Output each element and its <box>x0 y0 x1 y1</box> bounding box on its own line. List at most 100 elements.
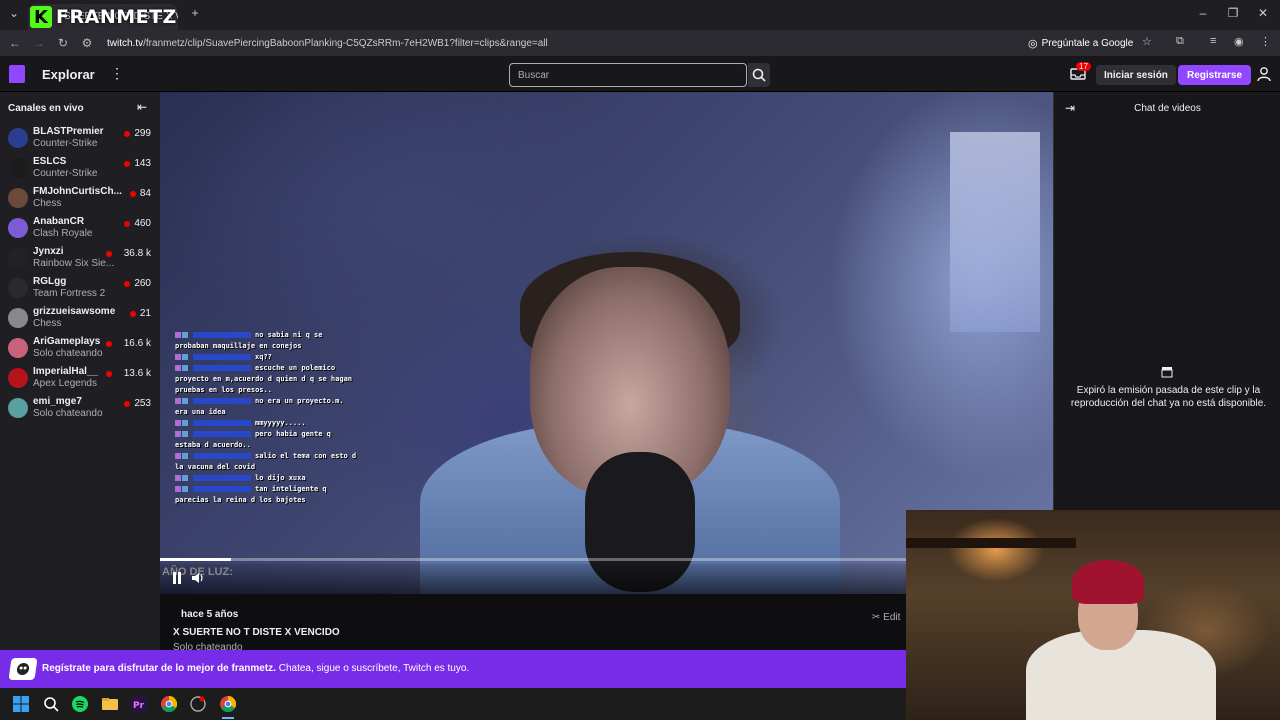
live-channels-sidebar: Canales en vivo ⇤ BLASTPremier Counter-St… <box>0 92 160 650</box>
overlay-chat-text: no sabia ni q se <box>255 331 323 339</box>
viewer-count: 260 <box>134 278 151 289</box>
new-tab-icon[interactable]: + <box>180 6 210 20</box>
chrome-icon[interactable] <box>161 696 177 712</box>
windows-start-icon[interactable] <box>13 696 29 712</box>
channel-avatar <box>8 398 28 418</box>
overlay-chat-line: lo dijo xuxa <box>175 473 375 484</box>
chat-badge-icon <box>175 398 181 404</box>
channel-game: Apex Legends <box>33 378 97 389</box>
channel-avatar <box>8 128 28 148</box>
channel-avatar <box>8 158 28 178</box>
chat-badge-icon <box>182 486 188 492</box>
profile-icon[interactable]: ◉ <box>1234 35 1244 48</box>
banner-text: Regístrate para disfrutar de lo mejor de… <box>42 663 469 674</box>
pause-icon[interactable] <box>172 572 182 584</box>
signup-banner[interactable]: Regístrate para disfrutar de lo mejor de… <box>0 650 906 688</box>
explore-link[interactable]: Explorar <box>42 67 95 82</box>
live-dot-icon <box>124 221 130 227</box>
sidebar-channel[interactable]: grizzueisawsome Chess 21 <box>0 304 160 334</box>
reload-icon[interactable]: ↻ <box>51 36 75 50</box>
edit-label: Edit <box>883 612 901 623</box>
sidebar-channel[interactable]: RGLgg Team Fortress 2 260 <box>0 274 160 304</box>
live-dot-icon <box>124 401 130 407</box>
collapse-chat-icon[interactable]: ⇥ <box>1065 101 1075 115</box>
sidebar-channel[interactable]: Jynxzi Rainbow Six Sie... 36.8 k <box>0 244 160 274</box>
overlay-chat-text: era una idea <box>175 408 226 416</box>
overlay-chat-line: probaban maquillaje en conejos <box>175 341 375 352</box>
app-icon[interactable] <box>190 696 206 712</box>
streamer-brand-overlay: K FRANMETZ <box>30 6 177 28</box>
edit-clip-button[interactable]: ✂ Edit <box>872 612 900 623</box>
chat-badge-icon <box>182 420 188 426</box>
viewer-count: 16.6 k <box>123 338 151 349</box>
forward-icon[interactable]: → <box>27 36 51 50</box>
user-icon[interactable] <box>1256 66 1272 82</box>
browser-menu-icon[interactable]: ⋮ <box>1260 35 1271 48</box>
sidebar-channel[interactable]: AriGameplays Solo chateando 16.6 k <box>0 334 160 364</box>
url-field[interactable]: twitch.tv/franmetz/clip/SuavePiercingBab… <box>107 38 548 49</box>
sidebar-channel[interactable]: ESLCS Counter-Strike 143 <box>0 154 160 184</box>
channel-avatar <box>8 278 28 298</box>
chat-username-bar <box>193 365 251 371</box>
sidebar-channel[interactable]: AnabanCR Clash Royale 460 <box>0 214 160 244</box>
overlay-chat-text: escuche un polemico <box>255 364 336 372</box>
close-window-icon[interactable]: ✕ <box>1248 6 1278 20</box>
chrome-active-icon[interactable] <box>220 696 236 712</box>
chat-username-bar <box>193 431 251 437</box>
file-explorer-icon[interactable] <box>102 696 118 712</box>
overlay-chat-text: pero habia gente q <box>255 430 331 438</box>
more-options-icon[interactable]: ⋮ <box>110 65 124 82</box>
overlay-chat-text: mmyyyyy..... <box>255 419 306 427</box>
overlay-chat-line: parecias la reina d los bajotes <box>175 495 375 506</box>
site-info-icon[interactable]: ⚙ <box>75 36 99 50</box>
chat-badge-icon <box>175 354 181 360</box>
volume-icon[interactable] <box>192 572 204 584</box>
login-button[interactable]: Iniciar sesión <box>1096 65 1176 85</box>
live-dot-icon <box>130 191 136 197</box>
live-dot-icon <box>106 251 112 257</box>
channel-name: RGLgg <box>33 276 67 287</box>
register-button[interactable]: Registrarse <box>1178 65 1252 85</box>
sidebar-channel[interactable]: BLASTPremier Counter-Strike 299 <box>0 124 160 154</box>
extensions-icon[interactable]: ⧉ <box>1176 35 1184 48</box>
premiere-icon[interactable]: Pr <box>131 696 147 712</box>
sidebar-channel[interactable]: emi_mge7 Solo chateando 253 <box>0 394 160 424</box>
channel-avatar <box>8 188 28 208</box>
beanie <box>1072 560 1144 604</box>
bookmark-star-icon[interactable]: ☆ <box>1142 35 1152 48</box>
search-input[interactable] <box>509 63 747 87</box>
scissors-icon: ✂ <box>872 612 884 623</box>
chat-badge-icon <box>182 475 188 481</box>
restore-icon[interactable]: ❐ <box>1218 6 1248 20</box>
twitch-logo-icon[interactable] <box>9 65 25 83</box>
chat-panel: Chat de videos ⇥ Expiró la emisión pasad… <box>1053 92 1280 510</box>
kick-logo-icon: K <box>30 6 52 28</box>
sidebar-channel[interactable]: FMJohnCurtisCh... Chess 84 <box>0 184 160 214</box>
video-progress-fill <box>160 558 232 561</box>
ask-google-label: Pregúntale a Google <box>1041 37 1134 49</box>
chat-badge-icon <box>175 420 181 426</box>
live-dot-icon <box>124 131 130 137</box>
overlay-chat-text: parecias la reina d los bajotes <box>175 496 306 504</box>
overlay-chat-text: no era un proyecto.m. <box>255 397 344 405</box>
chat-badge-icon <box>182 354 188 360</box>
search-taskbar-icon[interactable] <box>43 696 59 712</box>
minimize-icon[interactable]: – <box>1188 6 1218 20</box>
chat-badge-icon <box>182 365 188 371</box>
sidebar-channel[interactable]: ImperialHal__ Apex Legends 13.6 k <box>0 364 160 394</box>
live-dot-icon <box>124 161 130 167</box>
overlay-chat-line: no era un proyecto.m. <box>175 396 375 407</box>
search-button[interactable] <box>748 63 770 87</box>
channel-avatar <box>8 218 28 238</box>
channel-name: BLASTPremier <box>33 126 104 137</box>
chat-badge-icon <box>175 332 181 338</box>
spotify-icon[interactable] <box>72 696 88 712</box>
media-icon[interactable]: ≡ <box>1210 35 1216 47</box>
viewer-count: 13.6 k <box>123 368 151 379</box>
ask-google-button[interactable]: ◎ Pregúntale a Google <box>1028 34 1133 52</box>
tab-list-icon[interactable]: ⌄ <box>0 6 28 20</box>
channel-avatar <box>8 338 28 358</box>
chat-username-bar <box>193 486 251 492</box>
back-icon[interactable]: ← <box>3 36 27 50</box>
collapse-sidebar-icon[interactable]: ⇤ <box>137 100 147 114</box>
